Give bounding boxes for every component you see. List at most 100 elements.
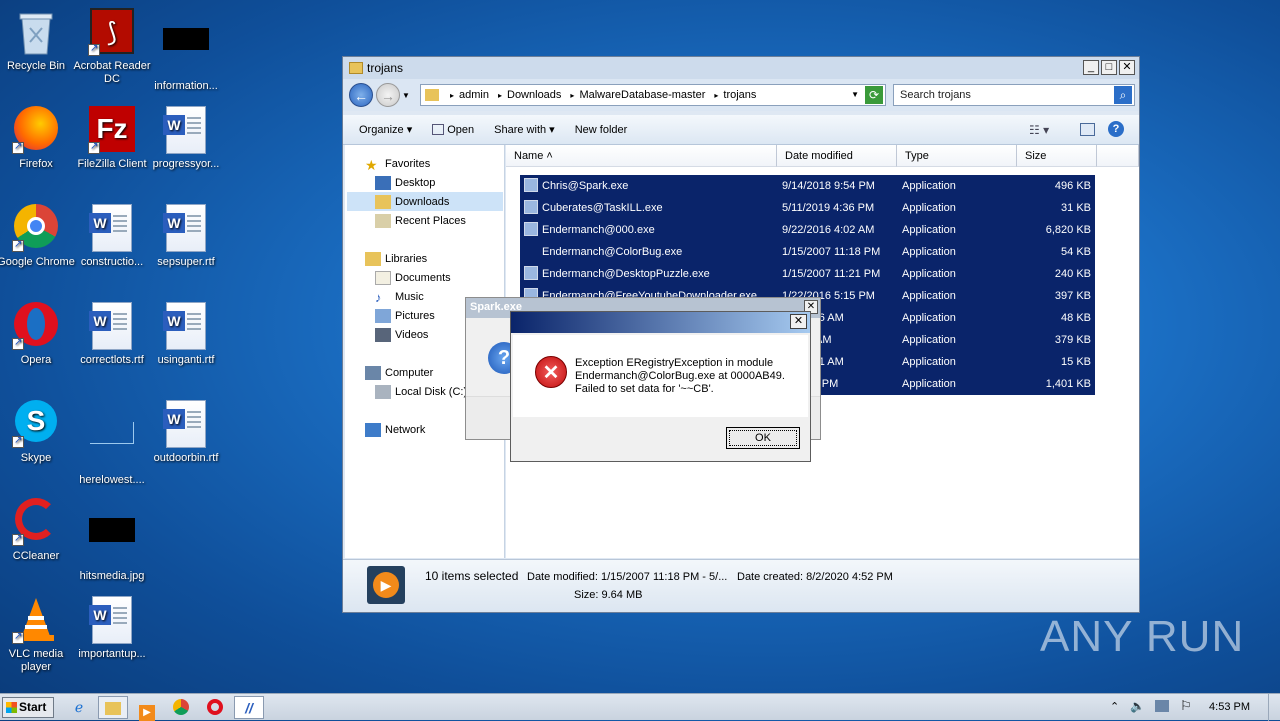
close-button[interactable]: ✕	[1119, 60, 1135, 75]
desktop-icon-usinganti[interactable]: W usinganti.rtf	[147, 302, 225, 367]
nav-pictures[interactable]: Pictures	[375, 309, 435, 323]
breadcrumb-trojans[interactable]: trojans	[723, 89, 756, 101]
nav-libraries[interactable]: Libraries	[365, 252, 427, 266]
forward-button[interactable]: →	[376, 83, 400, 107]
column-header-type[interactable]: Type	[897, 145, 1017, 167]
minimize-button[interactable]: _	[1083, 60, 1099, 75]
desktop-icon-sepsuper[interactable]: W sepsuper.rtf	[147, 204, 225, 269]
show-hidden-icons[interactable]: ⌃	[1110, 700, 1119, 713]
address-dropdown-icon[interactable]: ▼	[851, 90, 859, 99]
maximize-button[interactable]: □	[1101, 60, 1117, 75]
desktop-icon-ccleaner[interactable]: CCleaner	[0, 498, 75, 563]
file-row[interactable]: Endermanch@ColorBug.exe 1/15/2007 11:18 P…	[520, 241, 1095, 263]
breadcrumb-admin[interactable]: admin	[459, 89, 489, 101]
column-header-name[interactable]: Name ˄	[506, 145, 777, 167]
help-icon[interactable]: ?	[1108, 121, 1124, 137]
search-icon[interactable]: ⌕	[1114, 86, 1132, 104]
address-bar[interactable]: ▸ admin ▸ Downloads ▸ MalwareDatabase-ma…	[420, 84, 886, 106]
show-desktop-button[interactable]	[1268, 694, 1280, 721]
desktop-icon-hitsmedia[interactable]: hitsmedia.jpg	[73, 498, 151, 583]
nav-favorites[interactable]: ★ Favorites	[365, 157, 430, 173]
desktop-icon-label: correctlots.rtf	[80, 354, 144, 366]
column-header-size[interactable]: Size	[1017, 145, 1097, 167]
share-with-button[interactable]: Share with ▾	[494, 123, 555, 136]
desktop-icon-opera[interactable]: Opera	[0, 302, 75, 367]
start-button[interactable]: Start	[2, 697, 54, 718]
desktop-icon	[375, 176, 391, 190]
nav-local-disk[interactable]: Local Disk (C:)	[375, 385, 467, 399]
error-icon: ✕	[535, 356, 567, 388]
command-bar: Organize ▾ Open Share with ▾ New folder …	[343, 115, 1139, 145]
breadcrumb-downloads[interactable]: Downloads	[507, 89, 561, 101]
desktop-icon-skype[interactable]: S Skype	[0, 400, 75, 465]
view-options-icon[interactable]: ☷ ▾	[1029, 123, 1049, 137]
dialog-close-button[interactable]: ✕	[790, 314, 807, 329]
clock[interactable]: 4:53 PM	[1209, 701, 1250, 713]
file-row[interactable]: Chris@Spark.exe 9/14/2018 9:54 PM Applicat…	[520, 175, 1095, 197]
blank-file-icon	[88, 422, 136, 470]
application-icon	[524, 178, 538, 192]
nav-computer[interactable]: Computer	[365, 366, 433, 380]
volume-icon[interactable]: 🔈	[1130, 699, 1145, 713]
desktop-icon-vlc[interactable]: VLC media player	[0, 596, 75, 674]
preview-pane-icon[interactable]	[1080, 123, 1095, 136]
file-row[interactable]: Endermanch@000.exe 9/22/2016 4:02 AM Appli…	[520, 219, 1095, 241]
error-message: Exception ERegistryException in module E…	[575, 357, 785, 395]
desktop-icon-importantup[interactable]: W importantup...	[73, 596, 151, 661]
explorer-titlebar[interactable]: trojans _ □ ✕	[343, 57, 1139, 79]
desktop-icon-information[interactable]: information...	[147, 8, 225, 93]
desktop-icon-acrobat[interactable]: ⟆ Acrobat Reader DC	[73, 8, 151, 86]
open-button[interactable]: Open	[432, 123, 474, 136]
nav-recent-places[interactable]: Recent Places	[375, 214, 466, 228]
opera-taskbar-icon[interactable]	[200, 696, 230, 719]
internet-explorer-icon[interactable]: ℯ	[64, 696, 94, 719]
chrome-taskbar-icon[interactable]	[166, 696, 196, 719]
desktop-icon-constructio[interactable]: W constructio...	[73, 204, 151, 269]
search-placeholder: Search trojans	[900, 89, 971, 101]
word-document-icon: W	[88, 302, 136, 350]
desktop-icon-recycle-bin[interactable]: Recycle Bin	[0, 8, 75, 73]
breadcrumb-malwaredatabase[interactable]: MalwareDatabase-master	[579, 89, 705, 101]
column-header-date-modified[interactable]: Date modified	[777, 145, 897, 167]
desktop-icon-label: hitsmedia.jpg	[79, 570, 145, 582]
application-icon	[524, 222, 538, 236]
computer-icon	[365, 366, 381, 380]
folder-icon	[425, 89, 439, 101]
explorer-taskbar-icon[interactable]	[98, 696, 128, 719]
desktop-icon-chrome[interactable]: Google Chrome	[0, 204, 75, 269]
desktop-icon-filezilla[interactable]: Fz FileZilla Client	[73, 106, 151, 171]
desktop-icon-label: usinganti.rtf	[157, 354, 215, 366]
network-tray-icon[interactable]	[1155, 700, 1169, 712]
desktop-icon-label: Firefox	[19, 158, 53, 170]
breadcrumb-separator: ▸	[714, 90, 719, 100]
spark-taskbar-icon[interactable]: //	[234, 696, 264, 719]
nav-desktop[interactable]: Desktop	[375, 176, 435, 190]
nav-documents[interactable]: Documents	[375, 271, 451, 285]
new-folder-button[interactable]: New folder	[575, 124, 628, 136]
ok-button[interactable]: OK	[726, 427, 800, 449]
desktop-icon-label: Google Chrome	[0, 256, 75, 268]
items-selected-text: 10 items selected	[425, 569, 519, 583]
desktop-icon-outdoorbin[interactable]: W outdoorbin.rtf	[147, 400, 225, 465]
file-row[interactable]: Endermanch@DesktopPuzzle.exe 1/15/2007 11…	[520, 263, 1095, 285]
desktop-icon-label: Recycle Bin	[6, 60, 66, 72]
media-player-icon[interactable]: ▶	[132, 696, 162, 721]
desktop-icon-progressyor[interactable]: W progressyor...	[147, 106, 225, 171]
desktop-icon-correctlots[interactable]: W correctlots.rtf	[73, 302, 151, 367]
back-button[interactable]: ←	[349, 83, 373, 107]
file-row[interactable]: Cuberates@TaskILL.exe 5/11/2019 4:36 PM Ap…	[520, 197, 1095, 219]
nav-downloads[interactable]: Downloads	[375, 195, 449, 209]
error-dialog[interactable]: ✕ ✕ Exception ERegistryException in modu…	[510, 311, 811, 462]
desktop-icon-firefox[interactable]: Firefox	[0, 106, 75, 171]
desktop-icon-herelowest[interactable]: herelowest....	[73, 400, 151, 487]
nav-videos[interactable]: Videos	[375, 328, 428, 342]
recent-pages-dropdown[interactable]: ▼	[402, 91, 410, 100]
error-dialog-titlebar[interactable]: ✕	[511, 312, 810, 333]
nav-music[interactable]: ♪ Music	[375, 290, 424, 305]
nav-network[interactable]: Network	[365, 423, 425, 437]
refresh-icon[interactable]: ⟳	[865, 86, 883, 104]
organize-button[interactable]: Organize ▾	[359, 123, 412, 136]
search-box[interactable]: Search trojans ⌕	[893, 84, 1135, 106]
action-center-flag-icon[interactable]: ⚐	[1180, 698, 1192, 714]
breadcrumb-separator: ▸	[497, 90, 502, 100]
